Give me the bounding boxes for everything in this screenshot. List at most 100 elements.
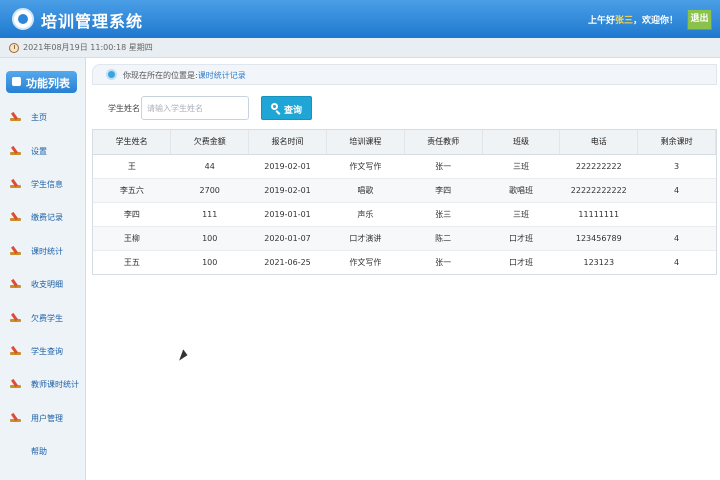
table-cell: 3 (637, 154, 716, 179)
table-cell: 李五六 (93, 178, 171, 203)
pencil-icon (10, 346, 23, 355)
query-button[interactable]: 查询 (261, 96, 312, 120)
sidebar-item-label: 学生信息 (31, 180, 63, 189)
sidebar-heading: 功能列表 (6, 71, 77, 93)
table-header-row: 学生姓名 欠费金额 报名时间 培训课程 责任教师 班级 电话 剩余课时 (93, 130, 716, 155)
sidebar-item-payment-records[interactable]: 缴费记录 (0, 201, 86, 234)
table-cell: 100 (170, 226, 249, 251)
mouse-cursor-icon (179, 349, 189, 363)
location-icon (106, 69, 117, 80)
table-cell: 声乐 (326, 202, 405, 227)
breadcrumb-prefix: 你现在所在的位置是: (123, 71, 198, 80)
table-cell: 三班 (482, 202, 560, 227)
app-title: 培训管理系统 (41, 12, 144, 31)
sidebar-item-label: 用户管理 (31, 414, 63, 423)
table-cell: 123456789 (559, 226, 638, 251)
date-bar: 2021年08月19日 11:00:18 星期四 (0, 38, 720, 58)
sidebar-item-label: 欠费学生 (31, 314, 63, 323)
table-cell: 2021-06-25 (264, 257, 311, 267)
table-cell: 唱歌 (326, 178, 405, 203)
sidebar-heading-label: 功能列表 (26, 77, 70, 90)
table-cell: 4 (637, 178, 716, 203)
pencil-icon (10, 212, 23, 221)
app-header: 培训管理系统 上午好张三，欢迎你！ 退出 (0, 0, 720, 38)
table-cell: 2020-01-07 (248, 226, 327, 251)
sidebar-item-label: 课时统计 (31, 247, 63, 256)
student-name-input[interactable] (141, 96, 249, 120)
table-cell: 2019-01-01 (248, 202, 327, 227)
list-icon (12, 77, 21, 86)
table-cell: 44 (170, 154, 249, 179)
pencil-icon (10, 379, 23, 388)
table-cell: 张一 (404, 154, 483, 179)
table-cell: 陈二 (404, 226, 483, 251)
column-header: 电话 (559, 130, 639, 155)
username: 张三 (614, 16, 633, 26)
pencil-icon (10, 413, 23, 422)
query-button-label: 查询 (284, 106, 303, 116)
sidebar-item-label: 学生查询 (31, 347, 63, 356)
column-header: 剩余课时 (637, 130, 716, 155)
breadcrumb: 你现在所在的位置是:课时统计记录 (92, 64, 717, 85)
greeting-suffix: ，欢迎你！ (632, 16, 678, 26)
table-cell: 4 (637, 226, 716, 251)
column-header: 班级 (482, 130, 561, 155)
column-header: 培训课程 (326, 130, 405, 155)
column-header: 学生姓名 (93, 130, 172, 155)
table-cell: 歌唱班 (482, 178, 560, 203)
sidebar-item-user-management[interactable]: 用户管理 (0, 402, 86, 435)
table-cell: 三班 (482, 154, 560, 179)
table-cell: 11111111 (559, 202, 638, 227)
table-row: 王柳 100 2020-01-07 口才演讲 陈二 口才班 123456789 … (93, 226, 716, 251)
sidebar-item-label: 缴费记录 (31, 213, 63, 222)
table-cell (637, 202, 716, 227)
table-cell: 王柳 (93, 226, 171, 251)
table-row: 李四 111 2019-01-01 声乐 张三 三班 11111111 (93, 202, 716, 227)
sidebar-item-student-search[interactable]: 学生查询 (0, 335, 86, 368)
search-icon (271, 103, 278, 110)
sidebar-item-help[interactable]: 帮助 (0, 435, 86, 468)
sidebar-item-label: 教师课时统计 (31, 380, 79, 389)
breadcrumb-current-link[interactable]: 课时统计记录 (198, 71, 246, 80)
table-row: 王五 100 2021-06-25 作文写作 张一 口才班 123123 4 (93, 250, 716, 274)
table-cell: 口才班 (508, 257, 533, 267)
pencil-icon (10, 313, 23, 322)
table-cell: 2019-02-01 (248, 178, 327, 203)
table-cell: 2019-02-01 (248, 154, 327, 179)
sidebar-item-label: 帮助 (31, 447, 47, 456)
column-header: 责任教师 (404, 130, 483, 155)
table-cell: 李四 (93, 202, 171, 227)
table-cell: 22222222222 (559, 178, 638, 203)
table-row: 李五六 2700 2019-02-01 唱歌 李四 歌唱班 2222222222… (93, 178, 716, 203)
clock-icon (9, 43, 19, 53)
sidebar-item-settings[interactable]: 设置 (0, 135, 86, 168)
table-cell: 4 (674, 257, 680, 267)
table-cell: 111 (170, 202, 249, 227)
sidebar-item-arrears-students[interactable]: 欠费学生 (0, 302, 86, 335)
sidebar-item-teacher-lesson-stats[interactable]: 教师课时统计 (0, 368, 86, 401)
table-cell: 作文写作 (326, 154, 405, 179)
table-cell: 123123 (583, 257, 615, 267)
sidebar-item-home[interactable]: 主页 (0, 101, 86, 134)
pencil-icon (10, 146, 23, 155)
data-table: 学生姓名 欠费金额 报名时间 培训课程 责任教师 班级 电话 剩余课时 王 44… (92, 129, 717, 275)
pencil-icon (10, 112, 23, 121)
column-header: 报名时间 (248, 130, 327, 155)
sidebar-item-lesson-stats[interactable]: 课时统计 (0, 235, 86, 268)
table-cell: 李四 (404, 178, 483, 203)
sidebar-item-label: 主页 (31, 113, 47, 122)
breadcrumb-text: 你现在所在的位置是:课时统计记录 (123, 70, 246, 81)
pencil-icon (10, 246, 23, 255)
table-cell: 张一 (435, 257, 452, 267)
logout-button[interactable]: 退出 (687, 9, 712, 30)
sidebar-item-student-info[interactable]: 学生信息 (0, 168, 86, 201)
table-cell: 王 (93, 154, 171, 179)
table-cell: 100 (202, 257, 218, 267)
greeting: 上午好张三，欢迎你！ (588, 13, 678, 26)
table-cell: 王五 (123, 257, 140, 267)
table-cell: 作文写作 (349, 257, 382, 267)
sidebar-item-income-expense[interactable]: 收支明细 (0, 268, 86, 301)
table-cell: 2700 (170, 178, 249, 203)
logo-icon (12, 8, 34, 30)
greeting-prefix: 上午好 (587, 16, 615, 26)
